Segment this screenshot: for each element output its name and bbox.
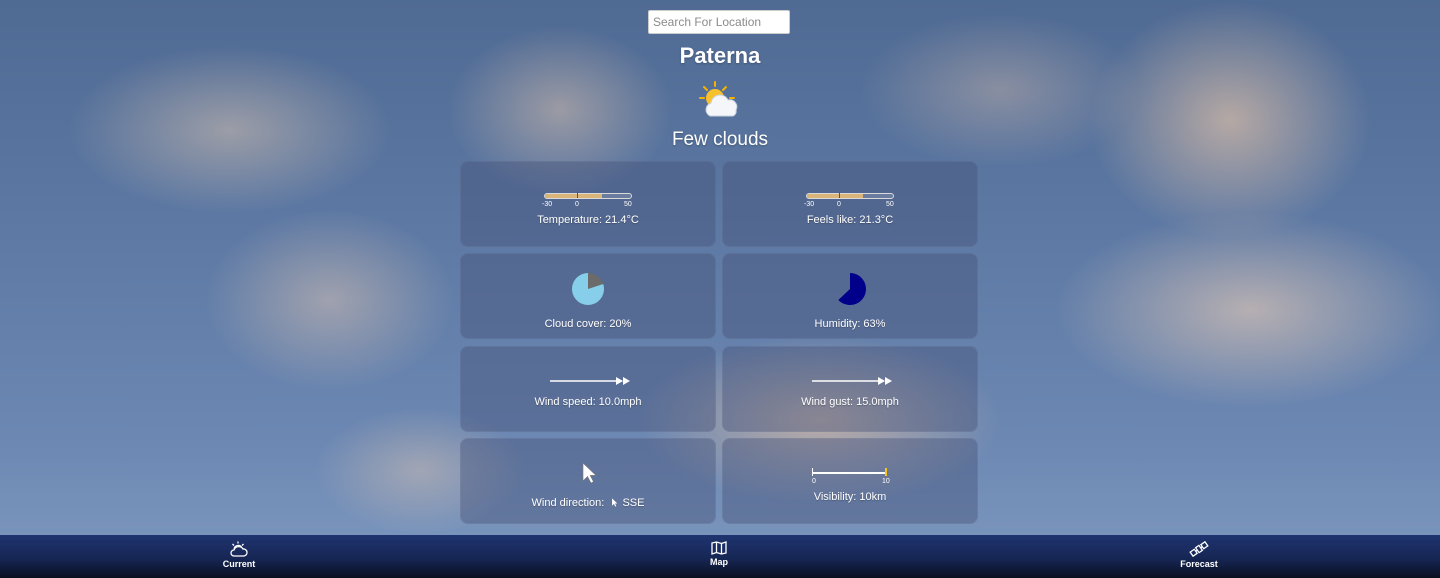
feels-like-tick-min: -30 (804, 201, 815, 208)
wind-direction-label: Wind direction: (531, 497, 605, 509)
wind-direction-card: Wind direction: SSE (460, 438, 716, 524)
bottom-nav: Current Map Forecast (0, 535, 1440, 578)
wind-speed-label: Wind speed: 10.0mph (534, 396, 642, 408)
nav-map-label: Map (710, 557, 728, 567)
temperature-tick-zero: 0 (575, 201, 579, 208)
wind-speed-card: Wind speed: 10.0mph (460, 346, 716, 432)
cloud-cover-label: Cloud cover: 20% (544, 318, 632, 330)
humidity-pie-slice (838, 273, 866, 305)
wind-direction-value: SSE (622, 497, 645, 509)
visibility-label: Visibility: 10km (813, 491, 887, 503)
visibility-scale-bar (812, 472, 886, 474)
temperature-label: Temperature: 21.4°C (537, 214, 639, 226)
wind-direction-row: Wind direction: SSE (460, 497, 716, 509)
cloud-sun-icon (230, 541, 248, 557)
temperature-gauge-fill (545, 194, 602, 198)
weather-condition: Few clouds (671, 129, 769, 150)
temperature-gauge-zero-mark (577, 192, 578, 198)
double-arrow-right-icon (550, 377, 630, 385)
feels-like-card: -30 0 50 Feels like: 21.3°C (722, 161, 978, 247)
city-name: Paterna (679, 43, 761, 68)
temperature-tick-min: -30 (542, 201, 553, 208)
visibility-tick-min: 0 (812, 478, 816, 485)
feels-like-gauge-fill (807, 194, 864, 198)
visibility-scale-end-mark (885, 468, 887, 476)
wind-gust-card: Wind gust: 15.0mph (722, 346, 978, 432)
humidity-pie (838, 273, 866, 305)
cursor-arrow-icon (612, 498, 618, 507)
cloud-cover-card: Cloud cover: 20% (460, 253, 716, 339)
temperature-tick-max: 50 (624, 201, 632, 208)
humidity-label: Humidity: 63% (814, 318, 886, 330)
search-input[interactable] (648, 10, 790, 34)
visibility-tick-max: 10 (882, 478, 890, 485)
double-arrow-right-icon (812, 377, 892, 385)
satellite-icon (1189, 541, 1209, 557)
wind-direction-arrow-icon (582, 462, 597, 484)
feels-like-label: Feels like: 21.3°C (806, 214, 894, 226)
feels-like-tick-zero: 0 (837, 201, 841, 208)
nav-forecast[interactable]: Forecast (1159, 541, 1239, 569)
nav-forecast-label: Forecast (1180, 559, 1218, 569)
nav-current[interactable]: Current (199, 541, 279, 569)
humidity-card: Humidity: 63% (722, 253, 978, 339)
feels-like-tick-max: 50 (886, 201, 894, 208)
sun-behind-cloud-icon (699, 81, 738, 117)
nav-current-label: Current (222, 559, 256, 569)
cloud-cover-pie-slice (572, 272, 604, 305)
cloud-cover-pie (572, 272, 604, 305)
nav-map[interactable]: Map (679, 541, 759, 567)
visibility-scale: 0 10 (812, 468, 890, 486)
wind-gust-label: Wind gust: 15.0mph (801, 396, 899, 408)
map-icon (711, 541, 727, 555)
temperature-card: -30 0 50 Temperature: 21.4°C (460, 161, 716, 247)
visibility-card: 0 10 Visibility: 10km (722, 438, 978, 524)
feels-like-gauge-zero-mark (839, 192, 840, 198)
